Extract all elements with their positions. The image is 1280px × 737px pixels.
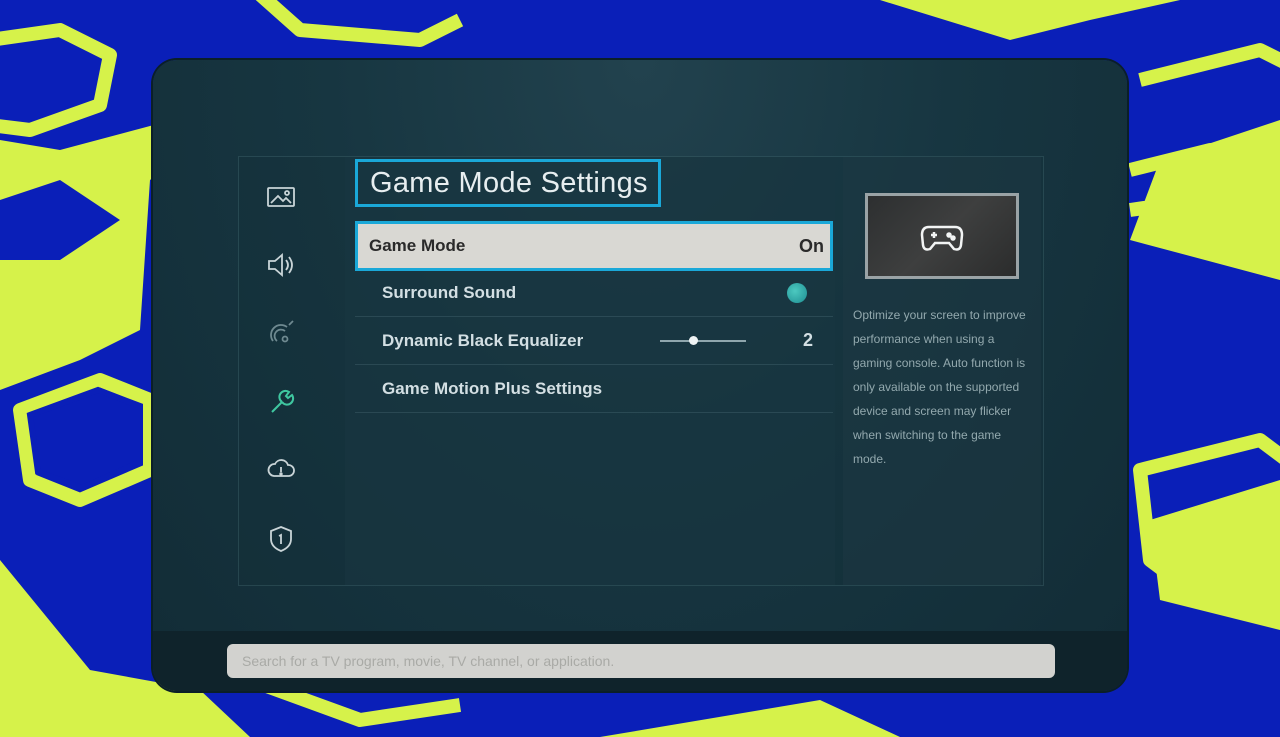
game-mode-value: On [799, 235, 824, 256]
sound-icon[interactable] [263, 247, 299, 283]
info-description: Optimize your screen to improve performa… [853, 308, 1026, 466]
surround-sound-toggle[interactable] [787, 282, 807, 303]
menu-item-label: Game Motion Plus Settings [382, 378, 603, 398]
game-mode-menu: Game Mode Settings Game Mode On Surround… [345, 157, 835, 585]
tv-screen: Game Mode Settings Game Mode On Surround… [153, 60, 1127, 691]
gamepad-icon [920, 225, 964, 251]
menu-item-surround-sound[interactable]: Surround Sound [355, 269, 833, 317]
cloud-support-icon[interactable] [263, 451, 299, 487]
settings-panel: Game Mode Settings Game Mode On Surround… [238, 156, 1044, 586]
picture-icon[interactable] [263, 179, 299, 215]
preview-thumbnail [865, 193, 1019, 279]
equalizer-value: 2 [802, 330, 813, 350]
bottom-bar: Search for a TV program, movie, TV chann… [153, 631, 1127, 691]
menu-item-label: Surround Sound [382, 282, 517, 302]
wrench-icon[interactable] [263, 383, 299, 419]
shield-icon[interactable] [263, 521, 299, 557]
page-title: Game Mode Settings [355, 159, 661, 207]
info-panel: Optimize your screen to improve performa… [843, 157, 1041, 585]
settings-sidebar [239, 157, 343, 585]
menu-item-dynamic-black-equalizer[interactable]: Dynamic Black Equalizer 2 [355, 317, 833, 365]
menu-item-game-motion-plus[interactable]: Game Motion Plus Settings [355, 365, 833, 413]
slider-handle[interactable] [689, 336, 698, 345]
search-input[interactable]: Search for a TV program, movie, TV chann… [227, 644, 1055, 678]
menu-item-game-mode[interactable]: Game Mode On [355, 221, 833, 271]
menu-item-label: Dynamic Black Equalizer [382, 330, 584, 350]
equalizer-slider[interactable] [660, 336, 746, 345]
broadcast-icon[interactable] [263, 315, 299, 351]
menu-item-label: Game Mode [369, 236, 466, 255]
